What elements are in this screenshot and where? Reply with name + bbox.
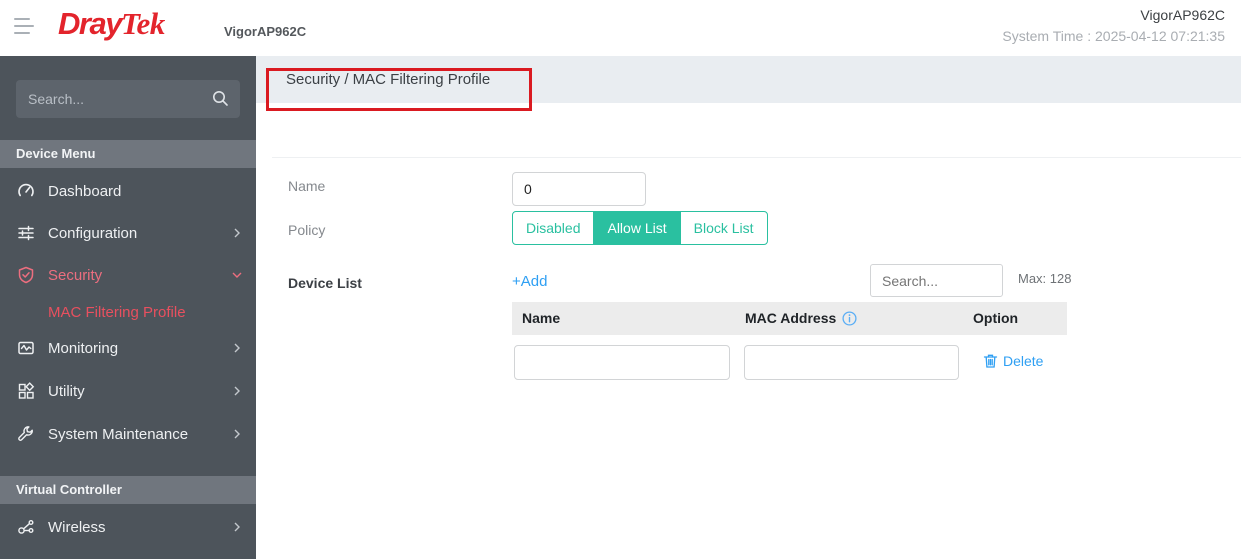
section-device-menu: Device Menu xyxy=(0,140,256,168)
chevron-down-icon xyxy=(232,270,242,280)
system-time: System Time : 2025-04-12 07:21:35 xyxy=(1002,28,1225,44)
column-header-mac: MAC Address xyxy=(745,302,857,335)
column-header-option: Option xyxy=(973,310,1019,326)
sidebar-item-configuration[interactable]: Configuration xyxy=(0,212,256,254)
content-card: Name Policy Disabled Allow List Block Li… xyxy=(272,103,1241,559)
device-mac-input[interactable] xyxy=(744,345,959,380)
apps-grid-icon xyxy=(17,382,35,400)
sidebar-item-label: Monitoring xyxy=(48,339,119,357)
device-list-search-input[interactable] xyxy=(870,264,1003,297)
mac-address-header-text: MAC Address xyxy=(745,310,837,326)
sidebar: Device Menu Dashboard Configuration Secu… xyxy=(0,56,256,559)
device-table-header: Name MAC Address Option xyxy=(512,302,1067,335)
device-name-input[interactable] xyxy=(514,345,730,380)
delete-label: Delete xyxy=(1003,353,1044,369)
device-name: VigorAP962C xyxy=(1140,7,1225,23)
chevron-right-icon xyxy=(232,429,242,439)
breadcrumb: Security / MAC Filtering Profile xyxy=(286,71,491,88)
sidebar-item-utility[interactable]: Utility xyxy=(0,370,256,412)
sidebar-item-label: Wireless xyxy=(48,518,106,536)
section-virtual-controller: Virtual Controller xyxy=(0,476,256,504)
max-entries-note: Max: 128 xyxy=(1018,271,1072,286)
sidebar-item-label: System Maintenance xyxy=(48,425,189,443)
sidebar-search xyxy=(16,80,240,118)
name-label: Name xyxy=(288,178,326,194)
chevron-right-icon xyxy=(232,228,242,238)
chevron-right-icon xyxy=(232,343,242,353)
search-icon[interactable] xyxy=(211,89,230,108)
column-header-name: Name xyxy=(522,310,561,326)
breadcrumb-band: Security / MAC Filtering Profile xyxy=(256,56,1241,103)
shield-check-icon xyxy=(17,266,35,284)
sidebar-item-label: Dashboard xyxy=(48,182,122,200)
sidebar-item-label: Configuration xyxy=(48,224,138,242)
sliders-icon xyxy=(17,224,35,242)
network-nodes-icon xyxy=(17,518,35,536)
monitor-pulse-icon xyxy=(17,339,35,357)
policy-block-list-button[interactable]: Block List xyxy=(679,211,768,245)
menu-toggle-icon[interactable] xyxy=(14,18,34,34)
add-device-link[interactable]: +Add xyxy=(512,273,547,290)
sidebar-item-wireless[interactable]: Wireless xyxy=(0,506,256,548)
model-label: VigorAP962C xyxy=(224,24,307,39)
policy-segmented-control: Disabled Allow List Block List xyxy=(512,211,768,245)
wrench-icon xyxy=(17,425,35,443)
chevron-right-icon xyxy=(232,522,242,532)
sidebar-item-system-maintenance[interactable]: System Maintenance xyxy=(0,413,256,455)
sidebar-item-mac-filtering-profile[interactable]: MAC Filtering Profile xyxy=(0,296,256,330)
sidebar-item-security[interactable]: Security xyxy=(0,254,256,296)
app-header: DrayTek VigorAP962C VigorAP962C System T… xyxy=(0,0,1241,56)
device-list-label: Device List xyxy=(288,275,362,291)
sidebar-search-input[interactable] xyxy=(28,80,208,118)
logo-dray-text: Dray xyxy=(58,6,122,41)
policy-allow-list-button[interactable]: Allow List xyxy=(593,211,681,245)
trash-icon xyxy=(983,353,998,369)
sidebar-item-label: Security xyxy=(48,266,103,284)
section-divider xyxy=(272,157,1241,158)
policy-disabled-button[interactable]: Disabled xyxy=(512,211,595,245)
profile-name-input[interactable] xyxy=(512,172,646,206)
sidebar-item-dashboard[interactable]: Dashboard xyxy=(0,170,256,212)
sidebar-item-label: Utility xyxy=(48,382,85,400)
chevron-right-icon xyxy=(232,386,242,396)
delete-row-link[interactable]: Delete xyxy=(983,353,1043,369)
logo-tek-text: Tek xyxy=(120,6,165,41)
dashboard-icon xyxy=(17,182,35,200)
policy-label: Policy xyxy=(288,222,326,238)
sidebar-item-monitoring[interactable]: Monitoring xyxy=(0,327,256,369)
draytek-logo: DrayTek xyxy=(58,6,165,42)
info-icon[interactable] xyxy=(842,311,857,326)
